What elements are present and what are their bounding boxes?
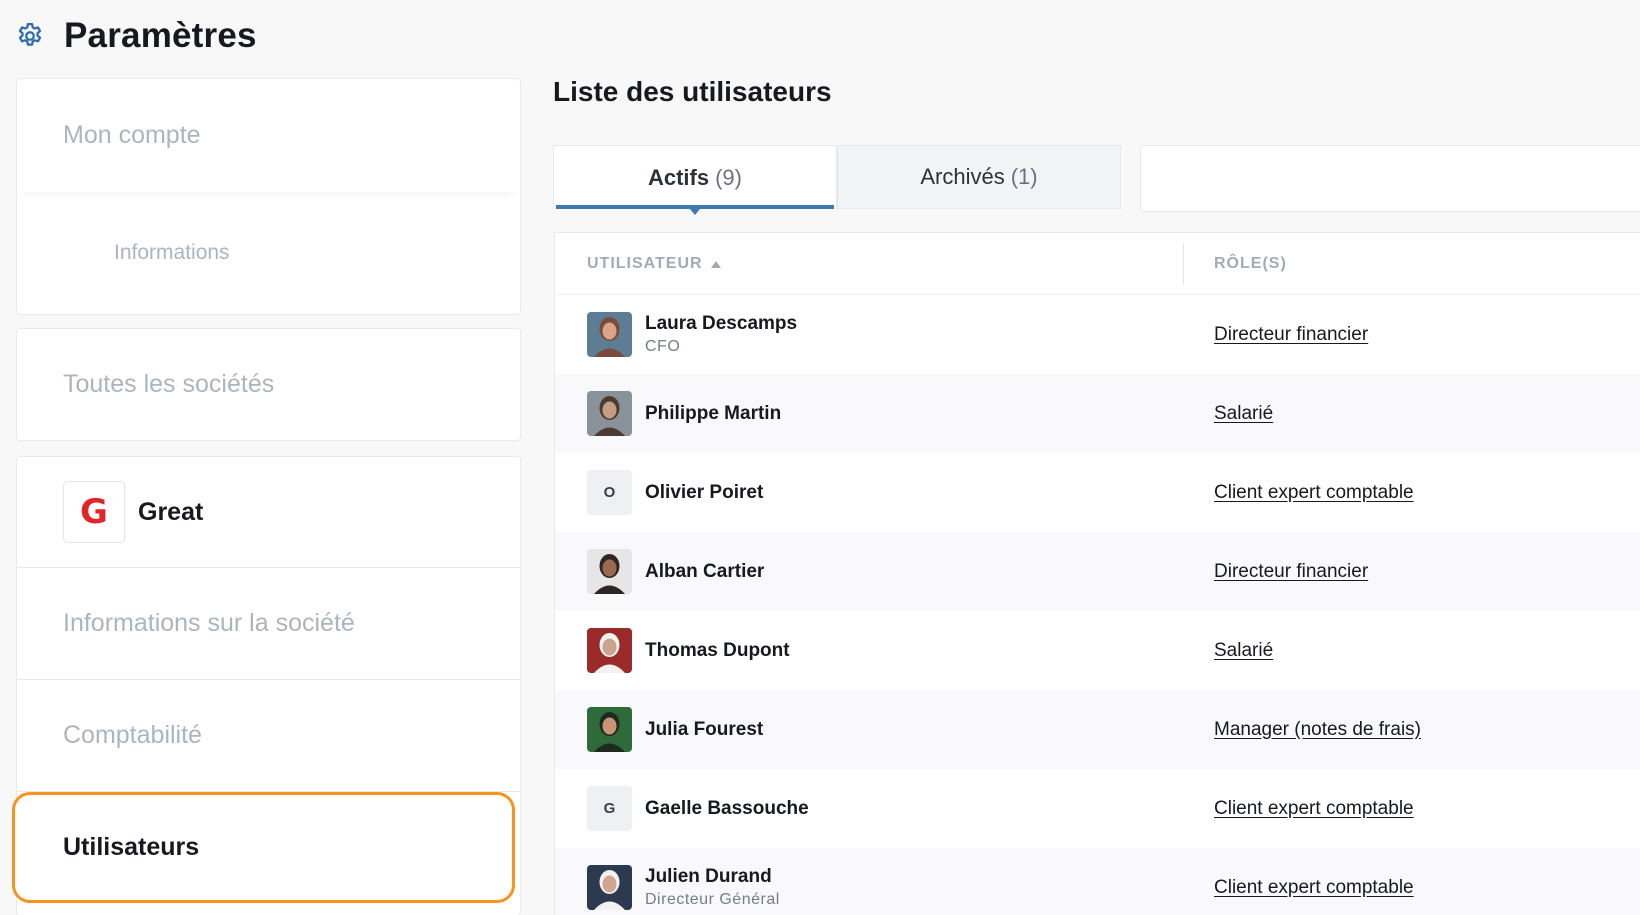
- avatar-photo: [587, 391, 632, 436]
- tab-active-users[interactable]: Actifs (9): [553, 145, 837, 215]
- user-cell: Thomas Dupont: [645, 640, 790, 662]
- user-name[interactable]: Laura Descamps: [645, 313, 797, 335]
- role-link[interactable]: Directeur financier: [1214, 561, 1368, 583]
- user-name[interactable]: Alban Cartier: [645, 561, 764, 583]
- page-title: Paramètres: [64, 16, 257, 55]
- table-body: Laura Descamps CFO Directeur financier P…: [555, 295, 1640, 915]
- role-link[interactable]: Client expert comptable: [1214, 877, 1414, 899]
- user-cell: Philippe Martin: [645, 403, 781, 425]
- tab-label: Actifs: [647, 164, 710, 190]
- user-cell: Julia Fourest: [645, 719, 763, 741]
- user-name[interactable]: Julien Durand: [645, 866, 780, 888]
- table-row[interactable]: Julia Fourest Manager (notes de frais): [555, 690, 1640, 769]
- role-link[interactable]: Client expert comptable: [1214, 482, 1414, 504]
- tab-count: (1): [1010, 164, 1038, 189]
- page-header: Paramètres: [14, 14, 257, 58]
- avatar-photo: [587, 628, 632, 673]
- user-name[interactable]: Thomas Dupont: [645, 640, 790, 662]
- role-link[interactable]: Directeur financier: [1214, 324, 1368, 346]
- sidebar-item-all-companies[interactable]: Toutes les sociétés: [16, 328, 521, 441]
- role-link[interactable]: Salarié: [1214, 403, 1273, 425]
- column-header-user[interactable]: UTILISATEUR: [587, 233, 721, 295]
- sidebar-item-my-account[interactable]: Mon compte: [17, 79, 520, 192]
- table-row[interactable]: Julien Durand Directeur Général Client e…: [555, 848, 1640, 915]
- column-divider: [1183, 243, 1184, 285]
- section-title: Liste des utilisateurs: [553, 76, 832, 107]
- table-header: UTILISATEUR RÔLE(S): [555, 233, 1640, 295]
- avatar-photo: [587, 312, 632, 357]
- user-cell: Gaelle Bassouche: [645, 798, 809, 820]
- gear-icon: [14, 20, 46, 52]
- user-tabs: Actifs (9) Archivés (1): [553, 145, 1121, 215]
- company-logo-letter: G: [80, 492, 108, 532]
- user-cell: Julien Durand Directeur Général: [645, 866, 780, 909]
- tab-count: (9): [715, 164, 742, 190]
- company-logo: G: [63, 481, 125, 543]
- table-row[interactable]: Thomas Dupont Salarié: [555, 611, 1640, 690]
- role-link[interactable]: Salarié: [1214, 640, 1273, 662]
- avatar-photo: [587, 707, 632, 752]
- user-name[interactable]: Gaelle Bassouche: [645, 798, 809, 820]
- sort-asc-icon: [710, 260, 721, 268]
- account-panel: Mon compte Informations: [16, 78, 521, 315]
- users-table: UTILISATEUR RÔLE(S) Laura Descamps CFO D…: [554, 232, 1640, 915]
- column-label: UTILISATEUR: [587, 255, 703, 272]
- role-link[interactable]: Manager (notes de frais): [1214, 719, 1421, 741]
- search-input[interactable]: [1140, 145, 1640, 212]
- sidebar-item-informations[interactable]: Informations: [17, 192, 520, 314]
- table-row[interactable]: Alban Cartier Directeur financier: [555, 532, 1640, 611]
- company-header[interactable]: G Great: [17, 457, 520, 568]
- user-cell: Olivier Poiret: [645, 482, 763, 504]
- avatar-letter: G: [603, 800, 616, 817]
- table-row[interactable]: Philippe Martin Salarié: [555, 374, 1640, 453]
- avatar-photo: [587, 549, 632, 594]
- user-cell: Laura Descamps CFO: [645, 313, 797, 356]
- tab-label: Archivés: [920, 164, 1005, 189]
- table-row[interactable]: Laura Descamps CFO Directeur financier: [555, 295, 1640, 374]
- avatar-initial: G: [587, 786, 632, 831]
- user-name[interactable]: Olivier Poiret: [645, 482, 763, 504]
- user-cell: Alban Cartier: [645, 561, 764, 583]
- table-row[interactable]: G Gaelle Bassouche Client expert comptab…: [555, 769, 1640, 848]
- avatar-photo: [587, 865, 632, 910]
- role-link[interactable]: Client expert comptable: [1214, 798, 1414, 820]
- sidebar-item-company-info[interactable]: Informations sur la société: [17, 568, 520, 680]
- user-subtitle: Directeur Général: [645, 891, 780, 908]
- user-name[interactable]: Julia Fourest: [645, 719, 763, 741]
- avatar-initial: O: [587, 470, 632, 515]
- avatar-letter: O: [603, 484, 616, 501]
- column-header-roles: RÔLE(S): [1214, 255, 1287, 272]
- sidebar-item-accounting[interactable]: Comptabilité: [17, 680, 520, 792]
- table-row[interactable]: O Olivier Poiret Client expert comptable: [555, 453, 1640, 532]
- sidebar-item-users[interactable]: Utilisateurs: [12, 792, 515, 903]
- user-name[interactable]: Philippe Martin: [645, 403, 781, 425]
- tab-archived-users[interactable]: Archivés (1): [837, 145, 1121, 209]
- user-subtitle: CFO: [645, 338, 681, 355]
- company-name: Great: [138, 497, 204, 526]
